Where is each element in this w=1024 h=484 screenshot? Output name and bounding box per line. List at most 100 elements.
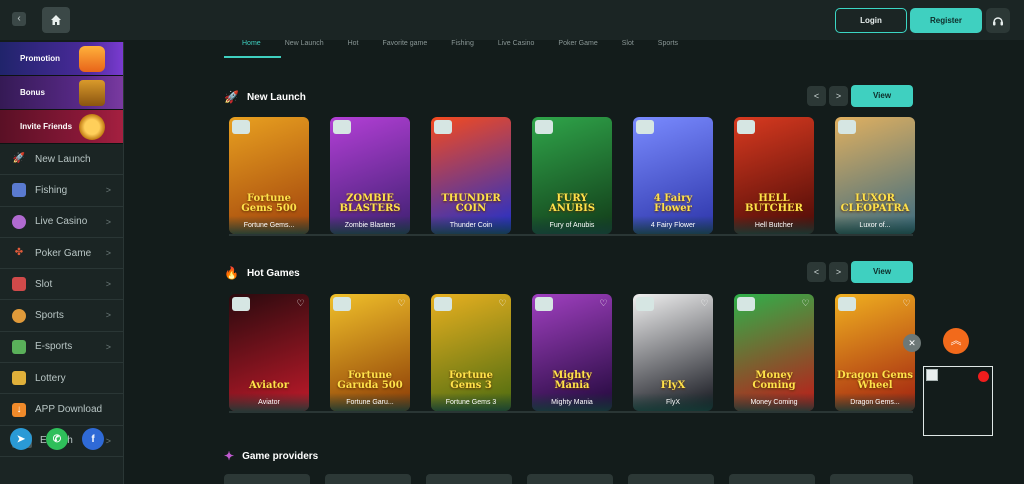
game-art-title: Fortune Gems 3 (448, 370, 493, 391)
tab-hot[interactable]: Hot (336, 38, 371, 49)
home-icon (51, 15, 61, 25)
game-card[interactable]: LUXOR CLEOPATRA Luxor of... (835, 117, 915, 234)
social-links: ➤ ✆ f (10, 428, 104, 450)
close-icon[interactable]: ✕ (903, 334, 921, 352)
sidebar-item-e-sports[interactable]: E-sports > (0, 332, 123, 364)
new-launch-next-button[interactable]: > (829, 86, 848, 106)
slot-machine-icon (12, 277, 26, 292)
whatsapp-icon[interactable]: ✆ (46, 428, 68, 450)
home-button[interactable] (42, 7, 70, 33)
game-name: Fortune Gems... (229, 216, 309, 234)
provider-card[interactable] (325, 474, 411, 484)
register-button[interactable]: Register (910, 8, 982, 33)
sidebar-item-new-launch[interactable]: 🚀 New Launch (0, 144, 123, 176)
sidebar-item-live-casino[interactable]: Live Casino > (0, 207, 123, 238)
favorite-heart-icon[interactable]: ♡ (699, 298, 710, 308)
game-card[interactable]: FURY ANUBIS Fury of Anubis (532, 117, 612, 234)
back-arrow-icon[interactable]: ‹ (12, 12, 26, 26)
game-card[interactable]: ♡ Fortune Garuda 500 Fortune Garu... (330, 294, 410, 411)
casino-chip-icon (12, 214, 26, 229)
game-art-title: HELL BUTCHER (745, 193, 803, 214)
provider-badge-icon (838, 297, 856, 311)
game-card[interactable]: THUNDER COIN Thunder Coin (431, 117, 511, 234)
esports-icon (12, 339, 26, 354)
new-launch-prev-button[interactable]: < (807, 86, 826, 106)
facebook-icon[interactable]: f (82, 428, 104, 450)
provider-card[interactable] (224, 474, 310, 484)
provider-card[interactable] (830, 474, 913, 484)
favorite-heart-icon[interactable]: ♡ (800, 298, 811, 308)
provider-badge-icon (636, 120, 654, 134)
game-art-title: 4 Fairy Flower (653, 193, 693, 214)
new-launch-section-title: 🚀 New Launch (224, 90, 306, 104)
game-name: 4 Fairy Flower (633, 216, 713, 234)
sidebar-item-poker-game[interactable]: ✤ Poker Game > (0, 238, 123, 270)
provider-badge-icon (737, 120, 755, 134)
provider-card[interactable] (527, 474, 613, 484)
tab-favorite-game[interactable]: Favorite game (371, 38, 440, 49)
hot-games-prev-button[interactable]: < (807, 262, 826, 282)
sidebar-promo-bonus[interactable]: Bonus (0, 76, 123, 110)
rocket-icon: 🚀 (12, 153, 26, 165)
rocket-icon: 🚀 (224, 90, 239, 104)
support-button[interactable] (986, 8, 1010, 33)
chevron-right-icon: > (105, 216, 111, 227)
section-title-text: New Launch (246, 91, 306, 103)
game-card[interactable]: 4 Fairy Flower 4 Fairy Flower (633, 117, 713, 234)
hot-games-view-button[interactable]: View (851, 261, 913, 283)
new-launch-games-row: Fortune Gems 500 Fortune Gems... ZOMBIE BL… (229, 117, 915, 234)
game-card[interactable]: Fortune Gems 500 Fortune Gems... (229, 117, 309, 234)
scroll-to-top-button[interactable]: ︽ (943, 328, 969, 354)
game-name: FlyX (633, 393, 713, 411)
game-card[interactable]: ♡ Fortune Gems 3 Fortune Gems 3 (431, 294, 511, 411)
provider-card[interactable] (426, 474, 512, 484)
game-art-title: THUNDER COIN (441, 193, 501, 214)
provider-card[interactable] (628, 474, 714, 484)
game-card[interactable]: ♡ FlyX FlyX (633, 294, 713, 411)
sidebar-promo-promotion[interactable]: Promotion (0, 42, 123, 76)
favorite-heart-icon[interactable]: ♡ (396, 298, 407, 308)
telegram-icon[interactable]: ➤ (10, 428, 32, 450)
game-card[interactable]: ♡ Mighty Mania Mighty Mania (532, 294, 612, 411)
favorite-heart-icon[interactable]: ♡ (901, 298, 912, 308)
tab-sports[interactable]: Sports (646, 38, 690, 49)
sidebar-item-label: Fishing (35, 184, 68, 196)
floating-ad[interactable] (923, 366, 993, 436)
game-card[interactable]: ZOMBIE BLASTERS Zombie Blasters (330, 117, 410, 234)
game-card[interactable]: ♡ Aviator Aviator (229, 294, 309, 411)
login-button[interactable]: Login (835, 8, 907, 33)
game-card[interactable]: ♡ Dragon Gems Wheel Dragon Gems... (835, 294, 915, 411)
sidebar-item-lottery[interactable]: Lottery (0, 363, 123, 395)
provider-badge-icon (333, 120, 351, 134)
sidebar-item-app-download[interactable]: ↓ APP Download (0, 394, 123, 426)
tab-live-casino[interactable]: Live Casino (486, 38, 547, 49)
tab-poker-game[interactable]: Poker Game (546, 38, 609, 49)
tab-fishing[interactable]: Fishing (439, 38, 486, 49)
tab-new-launch[interactable]: New Launch (273, 38, 336, 49)
tab-slot[interactable]: Slot (610, 38, 646, 49)
favorite-heart-icon[interactable]: ♡ (598, 298, 609, 308)
gift-icon (79, 46, 105, 72)
favorite-heart-icon[interactable]: ♡ (497, 298, 508, 308)
tab-home[interactable]: Home (230, 38, 273, 49)
game-name: Zombie Blasters (330, 216, 410, 234)
sidebar-item-slot[interactable]: Slot > (0, 269, 123, 301)
sidebar-promo-invite-friends[interactable]: Invite Friends (0, 110, 123, 144)
game-name: Fortune Garu... (330, 393, 410, 411)
provider-card[interactable] (729, 474, 815, 484)
lottery-icon (12, 371, 26, 386)
provider-badge-icon (535, 120, 553, 134)
favorite-heart-icon[interactable]: ♡ (295, 298, 306, 308)
sidebar-item-fishing[interactable]: Fishing > (0, 175, 123, 207)
provider-badge-icon (333, 297, 351, 311)
row-divider (229, 411, 913, 413)
active-tab-indicator (224, 56, 281, 58)
game-card[interactable]: ♡ Money Coming Money Coming (734, 294, 814, 411)
game-card[interactable]: HELL BUTCHER Hell Butcher (734, 117, 814, 234)
chevron-right-icon: > (105, 279, 111, 290)
sidebar-item-sports[interactable]: Sports > (0, 300, 123, 332)
sidebar-promo-label: Promotion (20, 54, 60, 63)
new-launch-view-button[interactable]: View (851, 85, 913, 107)
providers-icon: ✦ (224, 449, 235, 463)
hot-games-next-button[interactable]: > (829, 262, 848, 282)
